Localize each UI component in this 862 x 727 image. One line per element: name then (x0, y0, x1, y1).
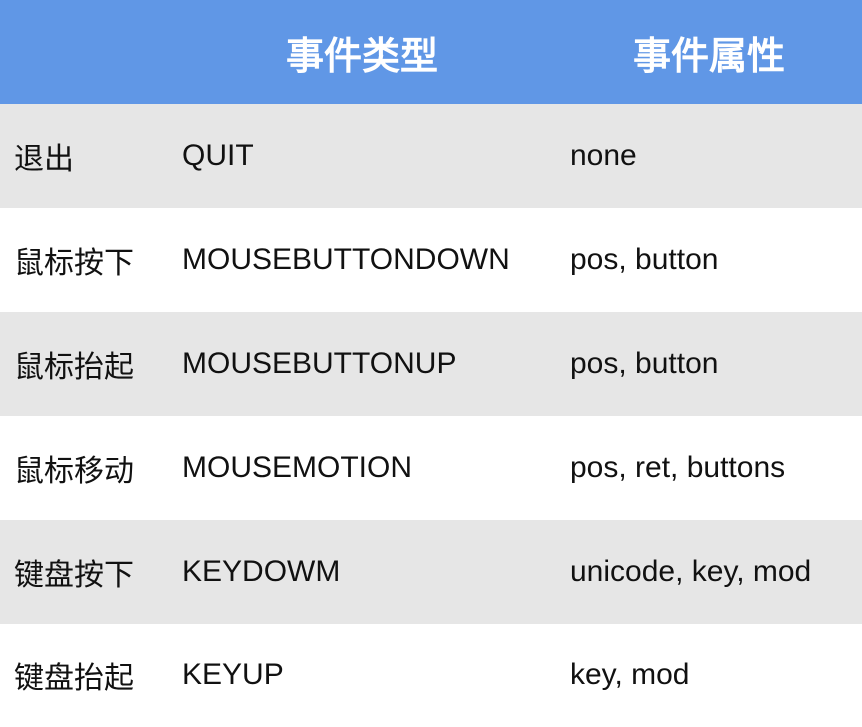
cell-name: 键盘抬起 (14, 661, 134, 695)
cell-attrs: pos, button (570, 347, 719, 380)
cell-type: KEYUP (182, 657, 284, 691)
table-row: 键盘抬起 KEYUP key, mod (0, 624, 862, 725)
cell-name: 退出 (14, 143, 74, 176)
cell-attrs: pos, button (570, 243, 719, 276)
cell-name: 鼠标移动 (14, 455, 134, 488)
table-header: 事件类型 事件属性 (0, 0, 862, 104)
cell-type: MOUSEBUTTONUP (182, 347, 457, 380)
cell-type: QUIT (182, 139, 254, 172)
header-col-event-attrs: 事件属性 (632, 35, 785, 78)
cell-attrs: none (570, 139, 637, 172)
cell-type: MOUSEBUTTONDOWN (182, 243, 510, 276)
cell-type: MOUSEMOTION (182, 451, 412, 484)
header-col-event-type: 事件类型 (285, 35, 438, 78)
cell-name: 键盘按下 (14, 559, 134, 592)
cell-type: KEYDOWM (182, 555, 341, 588)
table-row: 键盘按下 KEYDOWM unicode, key, mod (0, 520, 862, 624)
table-row: 鼠标抬起 MOUSEBUTTONUP pos, button (0, 312, 862, 416)
cell-name: 鼠标抬起 (14, 351, 134, 384)
cell-name: 鼠标按下 (14, 247, 134, 280)
table-row: 退出 QUIT none (0, 104, 862, 208)
cell-attrs: unicode, key, mod (570, 555, 812, 588)
table-row: 鼠标移动 MOUSEMOTION pos, ret, buttons (0, 416, 862, 520)
cell-attrs: key, mod (570, 657, 690, 691)
cell-attrs: pos, ret, buttons (570, 451, 786, 484)
event-table: 事件类型 事件属性 退出 QUIT none 鼠标按下 MOUSEBUTTOND… (0, 0, 862, 727)
table-row: 鼠标按下 MOUSEBUTTONDOWN pos, button (0, 208, 862, 312)
